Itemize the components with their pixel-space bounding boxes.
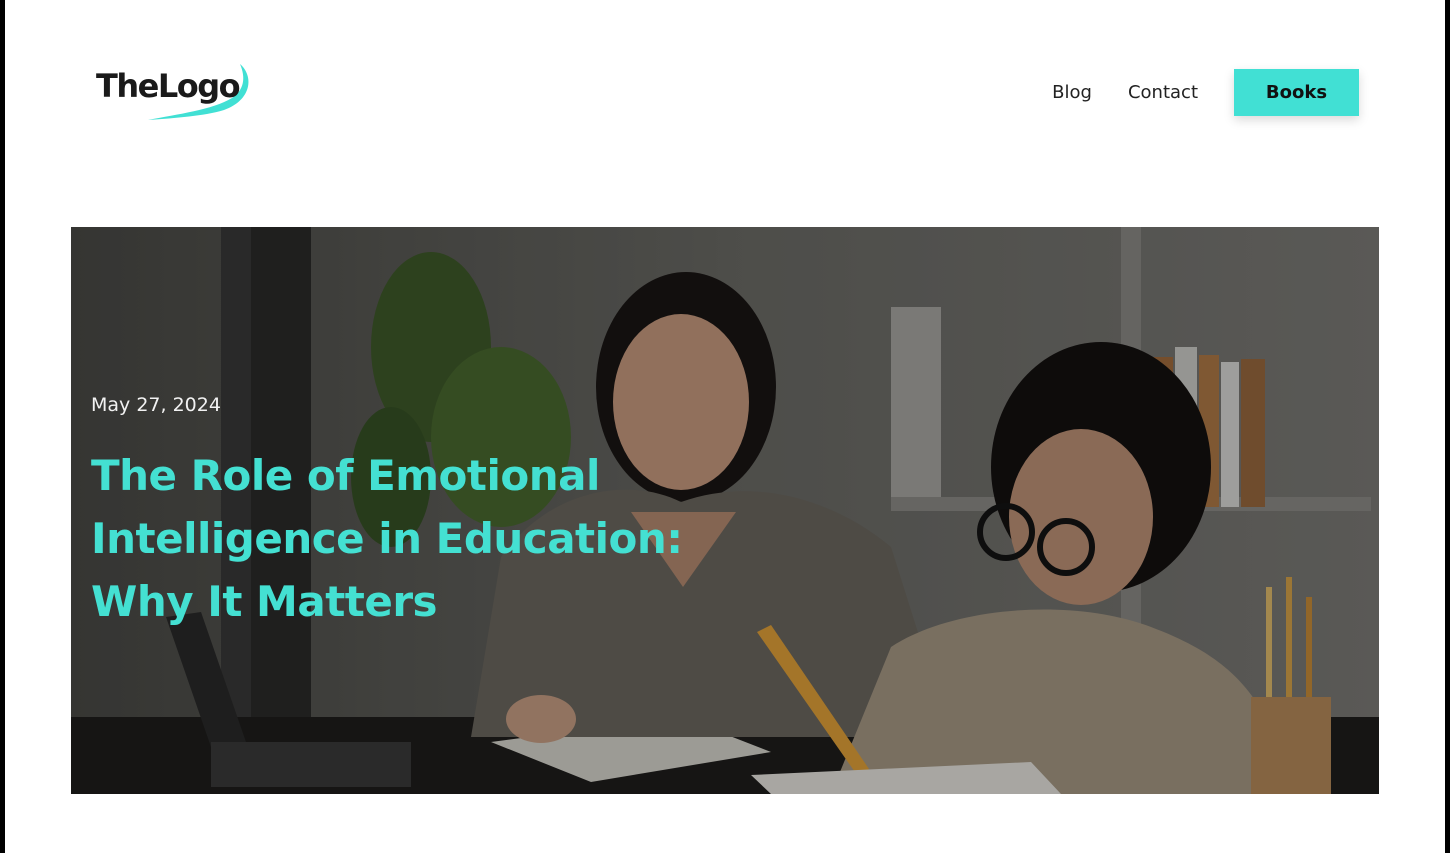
post-title[interactable]: The Role of Emotional Intelligence in Ed… (91, 444, 731, 633)
hero-banner[interactable]: May 27, 2024 The Role of Emotional Intel… (71, 227, 1379, 794)
post-date: May 27, 2024 (91, 394, 221, 416)
books-button[interactable]: Books (1234, 69, 1359, 116)
logo-text: TheLogo (96, 67, 241, 105)
main-nav: Blog Contact Books (1052, 69, 1359, 116)
site-logo[interactable]: TheLogo (92, 58, 262, 128)
nav-link-contact[interactable]: Contact (1128, 82, 1198, 103)
page-edge-right (1445, 0, 1450, 853)
page-edge-left (0, 0, 5, 853)
nav-link-blog[interactable]: Blog (1052, 82, 1092, 103)
